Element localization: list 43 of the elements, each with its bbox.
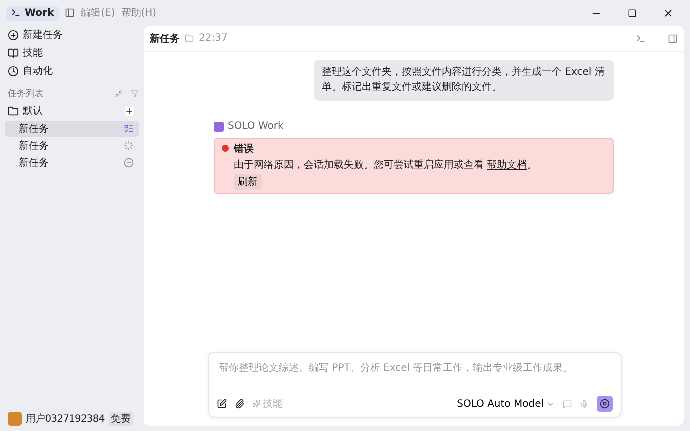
sidebar-toggle-icon[interactable] [65, 8, 76, 18]
paperclip-icon[interactable] [235, 399, 245, 409]
folder-item[interactable]: 默认 [5, 102, 139, 120]
nav-item[interactable]: 新建任务 [5, 26, 139, 44]
help-link[interactable]: 帮助文档 [487, 160, 528, 171]
task-title: 新任务 [150, 32, 180, 46]
agent-logo-icon [214, 122, 224, 132]
send-button[interactable] [597, 396, 613, 412]
error-icon [222, 145, 229, 152]
sparkle-icon [253, 400, 261, 408]
user-name: 用户0327192384 [26, 412, 105, 426]
list-icon [124, 124, 134, 134]
section-title: 任务列表 [8, 88, 44, 100]
app-tab[interactable]: Work [6, 6, 60, 20]
logo-icon [11, 8, 21, 18]
panel-icon[interactable] [668, 34, 678, 44]
nav-item[interactable]: 技能 [5, 44, 139, 62]
user-message: 整理这个文件夹，按照文件内容进行分类，并生成一个 Excel 清单。标记出重复文件或建议删除的文件。 [314, 60, 614, 101]
stop-icon [124, 158, 134, 168]
plus-circle-icon [8, 30, 19, 40]
clock-icon [8, 66, 19, 76]
edit-icon[interactable] [217, 399, 227, 409]
close-icon[interactable] [663, 8, 674, 18]
error-title: 错误 [234, 142, 255, 156]
error-message: 由于网络原因，会话加载失败。您可尝试重启应用或查看 帮助文档。 [234, 158, 538, 172]
nav-item[interactable]: 自动化 [5, 62, 139, 80]
plan-badge: 免费 [108, 412, 133, 426]
folder-icon [8, 106, 19, 116]
loading-icon [124, 141, 134, 151]
maximize-icon[interactable] [628, 8, 637, 18]
model-selector[interactable]: SOLO Auto Model [457, 398, 555, 410]
task-item[interactable]: 新任务 [5, 121, 139, 137]
task-time: 22:37 [199, 33, 228, 44]
terminal-icon[interactable] [636, 34, 646, 44]
add-icon[interactable] [125, 106, 134, 116]
task-item[interactable]: 新任务 [5, 155, 139, 171]
folder-icon [185, 34, 194, 43]
stop-icon [600, 399, 610, 409]
task-item[interactable]: 新任务 [5, 138, 139, 154]
book-icon [8, 48, 19, 58]
agent-name: SOLO Work [228, 121, 284, 132]
prompt-field[interactable]: 帮你整理论文综述、编写 PPT、分析 Excel 等日常工作，输出专业级工作成果。 技能 SOLO Auto Model [208, 352, 622, 418]
refresh-button[interactable]: 刷新 [234, 174, 262, 190]
